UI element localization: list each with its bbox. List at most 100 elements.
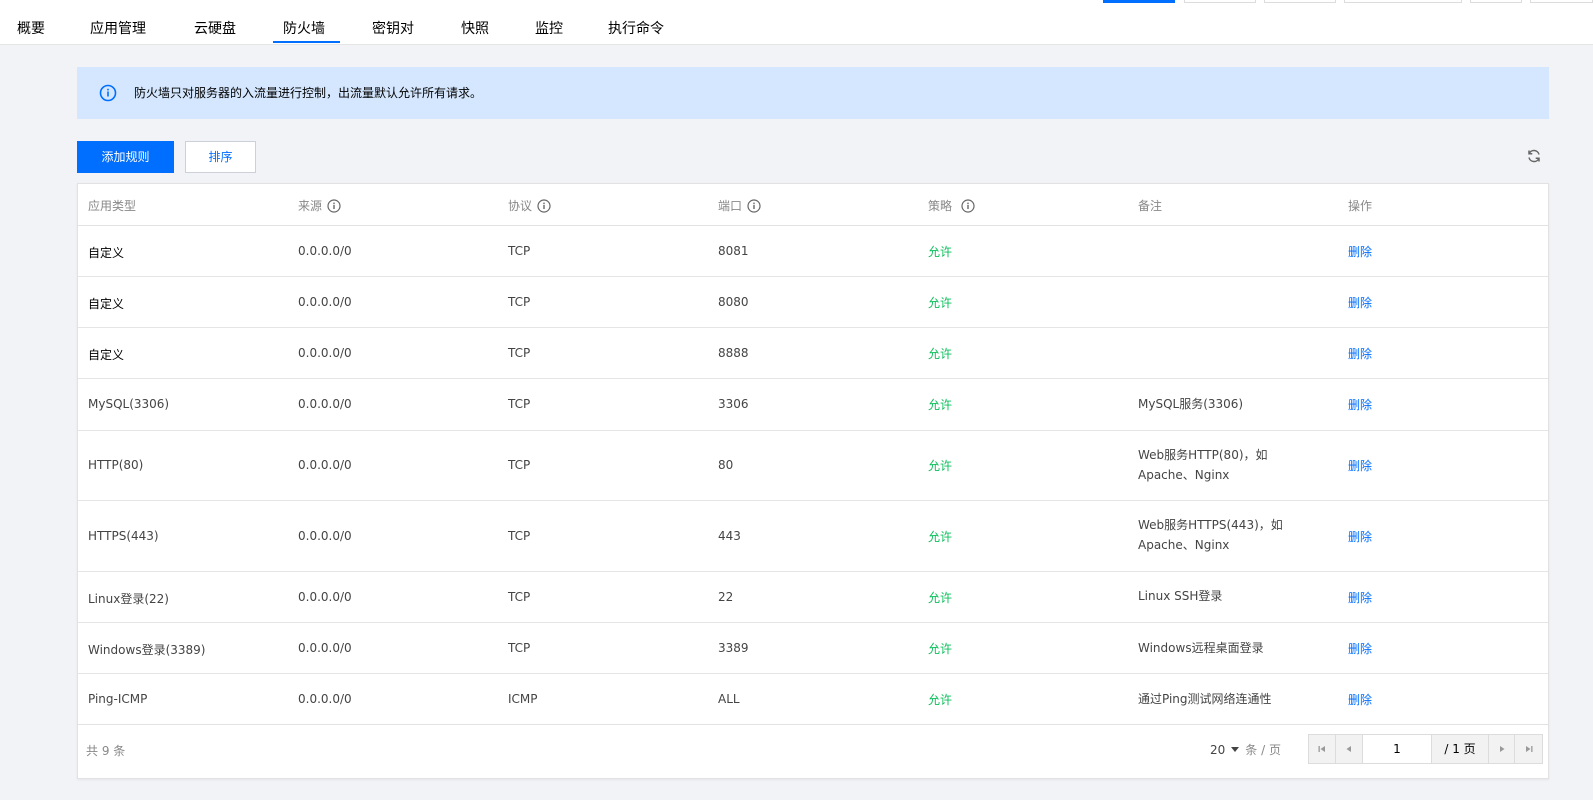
- cell-port: 8888: [718, 346, 749, 360]
- cell-source: 0.0.0.0/0: [298, 346, 352, 360]
- table-header: 应用类型 来源 协议 端口 策略 备注 操作: [78, 184, 1548, 226]
- prev-page-icon: [1346, 746, 1351, 752]
- cell-remark: Web服务HTTP(80)，如Apache、Nginx: [1138, 448, 1268, 482]
- column-header-policy: 策略: [928, 197, 975, 214]
- tab-key-pair[interactable]: 密钥对: [372, 18, 414, 38]
- page-size-select[interactable]: 20 条 / 页: [1210, 741, 1281, 758]
- cell-app-type: Windows登录(3389): [88, 643, 206, 657]
- cell-source: 0.0.0.0/0: [298, 458, 352, 472]
- add-rule-button[interactable]: 添加规则: [77, 141, 174, 173]
- cell-protocol: TCP: [508, 244, 531, 258]
- cell-port: 80: [718, 458, 734, 472]
- tab-cloud-disk[interactable]: 云硬盘: [194, 18, 236, 38]
- tab-firewall[interactable]: 防火墙: [283, 18, 325, 38]
- cell-protocol: TCP: [508, 397, 531, 411]
- table-row: HTTPS(443) 0.0.0.0/0 TCP 443 允许 Web服务HTT…: [78, 501, 1548, 572]
- first-page-button[interactable]: [1309, 735, 1336, 763]
- cell-protocol: TCP: [508, 346, 531, 360]
- cell-port: 8080: [718, 295, 749, 309]
- header-button[interactable]: [1184, 0, 1256, 3]
- next-page-icon: [1499, 746, 1504, 752]
- info-tip-icon[interactable]: [327, 198, 341, 213]
- table-row: Windows登录(3389) 0.0.0.0/0 TCP 3389 允许 Wi…: [78, 623, 1548, 674]
- info-alert: 防火墙只对服务器的入流量进行控制，出流量默认允许所有请求。: [77, 67, 1549, 119]
- cell-remark: Windows远程桌面登录: [1138, 641, 1264, 655]
- firewall-rules-table: 应用类型 来源 协议 端口 策略 备注 操作 自定义 0.0.0.0/0 TCP…: [77, 183, 1549, 779]
- prev-page-button[interactable]: [1336, 735, 1363, 763]
- cell-app-type: MySQL(3306): [88, 397, 170, 411]
- column-header-action: 操作: [1348, 199, 1373, 213]
- table-row: Linux登录(22) 0.0.0.0/0 TCP 22 允许 Linux SS…: [78, 572, 1548, 623]
- delete-link[interactable]: 删除: [1348, 589, 1372, 606]
- delete-link[interactable]: 删除: [1348, 345, 1372, 362]
- cell-policy: 允许: [928, 459, 953, 473]
- table-row: 自定义 0.0.0.0/0 TCP 8081 允许 删除: [78, 226, 1548, 277]
- cell-remark: MySQL服务(3306): [1138, 397, 1244, 411]
- tab-snapshot[interactable]: 快照: [461, 18, 489, 38]
- cell-policy: 允许: [928, 693, 953, 707]
- cell-protocol: TCP: [508, 295, 531, 309]
- delete-link[interactable]: 删除: [1348, 396, 1372, 413]
- first-page-icon: [1318, 746, 1325, 752]
- cell-protocol: TCP: [508, 590, 531, 604]
- delete-link[interactable]: 删除: [1348, 640, 1372, 657]
- info-tip-icon[interactable]: [961, 198, 975, 213]
- table-row: HTTP(80) 0.0.0.0/0 TCP 80 允许 Web服务HTTP(8…: [78, 431, 1548, 501]
- table-row: MySQL(3306) 0.0.0.0/0 TCP 3306 允许 MySQL服…: [78, 379, 1548, 431]
- last-page-button[interactable]: [1515, 735, 1542, 763]
- column-header-port: 端口: [718, 197, 761, 214]
- tab-monitoring[interactable]: 监控: [535, 18, 563, 38]
- cell-source: 0.0.0.0/0: [298, 295, 352, 309]
- cell-remark: Web服务HTTPS(443)，如Apache、Nginx: [1138, 518, 1283, 552]
- cell-protocol: TCP: [508, 641, 531, 655]
- delete-link[interactable]: 删除: [1348, 457, 1372, 474]
- delete-link[interactable]: 删除: [1348, 294, 1372, 311]
- cell-app-type: Ping-ICMP: [88, 692, 148, 706]
- page-size-unit: 条 / 页: [1245, 743, 1281, 757]
- refresh-icon[interactable]: [1526, 148, 1542, 164]
- header-button[interactable]: [1470, 0, 1522, 3]
- tab-overview[interactable]: 概要: [17, 18, 45, 38]
- cell-port: 8081: [718, 244, 749, 258]
- info-icon: [99, 84, 117, 102]
- header-button[interactable]: [1264, 0, 1336, 3]
- cell-port: 3306: [718, 397, 749, 411]
- delete-link[interactable]: 删除: [1348, 243, 1372, 260]
- cell-protocol: TCP: [508, 529, 531, 543]
- cell-source: 0.0.0.0/0: [298, 397, 352, 411]
- column-header-remark: 备注: [1138, 199, 1163, 213]
- cell-port: 443: [718, 529, 741, 543]
- page-number-input[interactable]: [1363, 735, 1432, 763]
- cell-source: 0.0.0.0/0: [298, 529, 352, 543]
- cell-app-type: 自定义: [88, 348, 125, 362]
- delete-link[interactable]: 删除: [1348, 528, 1372, 545]
- chevron-down-icon: [1231, 747, 1240, 752]
- cell-policy: 允许: [928, 530, 953, 544]
- cell-port: 3389: [718, 641, 749, 655]
- cell-app-type: 自定义: [88, 297, 125, 311]
- cell-remark: Linux SSH登录: [1138, 589, 1223, 603]
- info-tip-icon[interactable]: [747, 198, 761, 213]
- cell-source: 0.0.0.0/0: [298, 244, 352, 258]
- info-tip-icon[interactable]: [537, 198, 551, 213]
- cell-remark: 通过Ping测试网络连通性: [1138, 692, 1272, 706]
- delete-link[interactable]: 删除: [1348, 691, 1372, 708]
- total-pages: / 1 页: [1432, 735, 1488, 763]
- cell-protocol: TCP: [508, 458, 531, 472]
- cell-source: 0.0.0.0/0: [298, 692, 352, 706]
- tab-app-management[interactable]: 应用管理: [90, 18, 146, 38]
- header-button[interactable]: [1530, 0, 1593, 3]
- cell-policy: 允许: [928, 591, 953, 605]
- top-tab-bar: 概要 应用管理 云硬盘 防火墙 密钥对 快照 监控 执行命令: [0, 0, 1593, 45]
- next-page-button[interactable]: [1488, 735, 1515, 763]
- active-tab-indicator: [273, 41, 340, 43]
- header-button[interactable]: [1344, 0, 1462, 3]
- cell-app-type: HTTPS(443): [88, 529, 159, 543]
- cell-port: 22: [718, 590, 734, 604]
- tab-execute-command[interactable]: 执行命令: [608, 18, 664, 38]
- page-size-value: 20: [1210, 742, 1226, 757]
- sort-button[interactable]: 排序: [185, 141, 256, 173]
- column-header-protocol: 协议: [508, 197, 551, 214]
- header-primary-button[interactable]: [1103, 0, 1175, 3]
- cell-policy: 允许: [928, 245, 953, 259]
